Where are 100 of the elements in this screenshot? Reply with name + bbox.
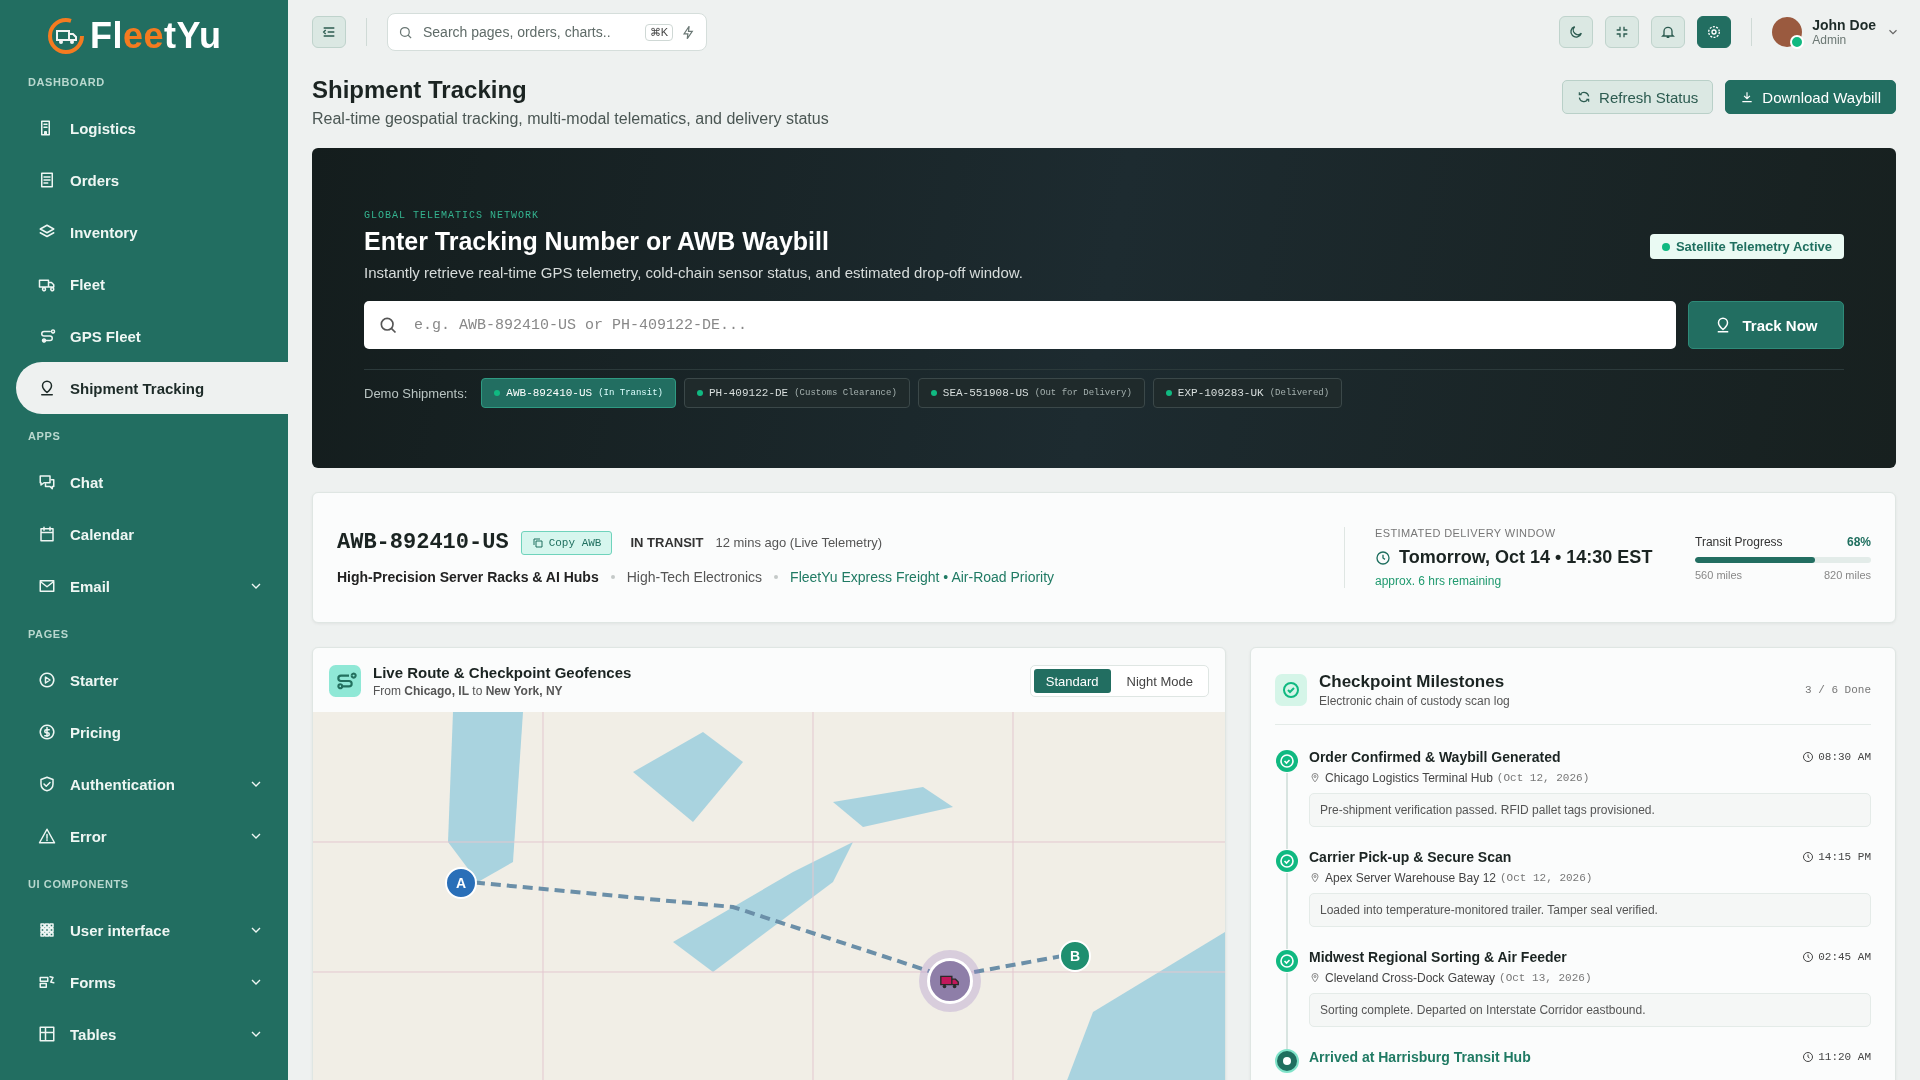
sidebar-item[interactable]: Shipment Tracking [16,362,288,414]
menu-item-icon [38,327,56,345]
menu-item-icon [38,921,56,939]
milestone-date: (Oct 12, 2026) [1500,872,1593,884]
eta-value: Tomorrow, Oct 14 • 14:30 EST [1399,547,1653,568]
map-mode-tab[interactable]: Standard [1033,669,1111,693]
progress-label: Transit Progress [1695,534,1783,549]
location-pin-icon [1309,772,1321,784]
milestone-location: Apex Server Warehouse Bay 12 [1325,871,1496,885]
sidebar-item[interactable]: Logistics [16,102,288,154]
settings-button[interactable] [1697,16,1732,48]
sidebar-item[interactable]: Calendar [16,508,288,560]
miles-reading: 820 miles [1823,568,1871,581]
milestone-time: 14:15 PM [1818,851,1871,863]
map-mode-tab[interactable]: Night Mode [1114,669,1205,693]
clock-icon [1375,549,1391,566]
remaining-time: approx. 6 hrs remaining [1375,574,1503,588]
copy-icon [531,536,544,549]
menu-item-icon [38,723,56,741]
eta-label: ESTIMATED DELIVERY WINDOW [1375,527,1557,539]
dark-mode-button[interactable] [1559,16,1594,48]
track-button[interactable]: Track Now [1688,301,1844,349]
sidebar-item[interactable]: Starter [16,654,288,706]
user-role: Admin [1812,33,1848,47]
truck-logo-icon [46,16,86,56]
download-icon [1740,90,1755,104]
copy-button[interactable]: Copy AWB [520,530,613,555]
updated-time: 12 mins ago (Live Telemetry) [715,535,883,550]
search-field[interactable]: Search pages, orders, charts.. [421,23,637,41]
demo-shipment-chip[interactable]: PH-409122-DE (Customs Clearance) [683,378,910,408]
milestone-date: (Oct 13, 2026) [1499,972,1592,984]
download-button[interactable]: Download Waybill [1725,80,1896,114]
milestone-title: Arrived at Harrisburg Transit Hub [1309,1049,1531,1065]
sidebar-item[interactable]: Pricing [16,706,288,758]
milestone-title: Carrier Pick-up & Secure Scan [1309,849,1512,865]
sidebar-item[interactable]: User interface [16,904,288,956]
eyebrow-label: GLOBAL TELEMATICS NETWORK [364,210,541,221]
milestone-date: (Oct 12, 2026) [1496,772,1590,784]
progress-count: 3 / 6 Done [1805,684,1871,696]
menu-item-icon [38,171,56,189]
shortcut-hint: ⌘K [644,23,673,41]
sidebar-item[interactable]: Chat [16,456,288,508]
menu-item-icon [38,379,56,397]
milestones-title: Checkpoint Milestones [1319,672,1506,692]
menu-item-icon [38,1025,56,1043]
user-name: John Doe [1812,17,1876,33]
settings-icon [1706,24,1723,40]
demo-shipment-chip[interactable]: EXP-109283-UK (Delivered) [1152,378,1343,408]
sidebar-item[interactable]: GPS Fleet [16,310,288,362]
sidebar-item[interactable]: Inventory [16,206,288,258]
search-icon [398,24,413,40]
menu-item-icon [38,473,56,491]
menu-item-icon [38,973,56,991]
notifications-button[interactable] [1651,16,1686,48]
menu-collapse-icon [321,24,337,40]
menu-item-icon [38,525,56,543]
hero-subtitle: Instantly retrieve real-time GPS telemetry, cold-chain sensor status, and estimated drop-off window. [364,264,1023,281]
milestone-note: Loaded into temperature-monitored trailer. Tamper seal verified. [1309,893,1871,927]
demo-shipment-chip[interactable]: SEA-551908-US (Out for Delivery) [917,378,1145,408]
section-label: DASHBOARD [27,75,106,90]
sidebar-item[interactable]: Fleet [16,258,288,310]
carrier-label: FleetYu Express Freight • Air-Road Priority [790,569,1055,585]
search-bar[interactable]: Search pages, orders, charts.. ⌘K [387,13,707,51]
sidebar-item[interactable]: Orders [16,154,288,206]
refresh-icon [1577,90,1592,104]
route-description: From Chicago, IL to New York, NY [373,684,564,698]
status-badge: Satellite Telemetry Active [1649,234,1844,259]
menu-item-icon [38,775,56,793]
clock-icon [1802,751,1815,763]
tracking-search-bar[interactable]: e.g. AWB-892410-US or PH-409122-DE... [364,301,1676,349]
search-icon [378,315,398,335]
milestone-time: 08:30 AM [1818,751,1871,763]
page-subtitle: Real-time geospatial tracking, multi-modal telematics, and delivery status [312,110,829,128]
sidebar-item[interactable]: Tables [16,1008,288,1060]
sidebar-item[interactable]: Error [16,810,288,862]
fullscreen-button[interactable] [1605,16,1640,48]
milestone-time: 11:20 AM [1818,1051,1871,1063]
section-label: APPS [27,429,62,444]
sidebar-item[interactable]: Authentication [16,758,288,810]
menu-item-icon [38,827,56,845]
miles-reading: 560 miles [1695,568,1743,581]
avatar[interactable] [1772,17,1803,47]
refresh-button[interactable]: Refresh Status [1562,80,1714,114]
demo-shipment-chip[interactable]: AWB-892410-US (In Transit) [481,378,676,408]
milestone-time: 02:45 AM [1818,951,1871,963]
product-name: High-Precision Server Racks & AI Hubs [337,569,599,585]
tracking-number-field[interactable]: e.g. AWB-892410-US or PH-409122-DE... [412,315,1662,335]
collapse-sidebar-button[interactable] [312,16,346,48]
hero-title: Enter Tracking Number or AWB Waybill [364,227,830,256]
sidebar-item[interactable]: Email [16,560,288,612]
sidebar-item[interactable]: Forms [16,956,288,1008]
page-title: Shipment Tracking [312,76,528,104]
milestone-location: Cleveland Cross-Dock Gateway [1325,971,1496,985]
awb-number: AWB-892410-US [337,530,509,555]
milestones-subtitle: Electronic chain of custody scan log [1319,694,1511,708]
milestone-note: Pre-shipment verification passed. RFID pallet tags provisioned. [1309,793,1871,827]
category-label: High-Tech Electronics [626,569,763,585]
bell-icon [1660,24,1677,40]
menu-item-icon [38,577,56,595]
separator-dot [774,575,779,579]
